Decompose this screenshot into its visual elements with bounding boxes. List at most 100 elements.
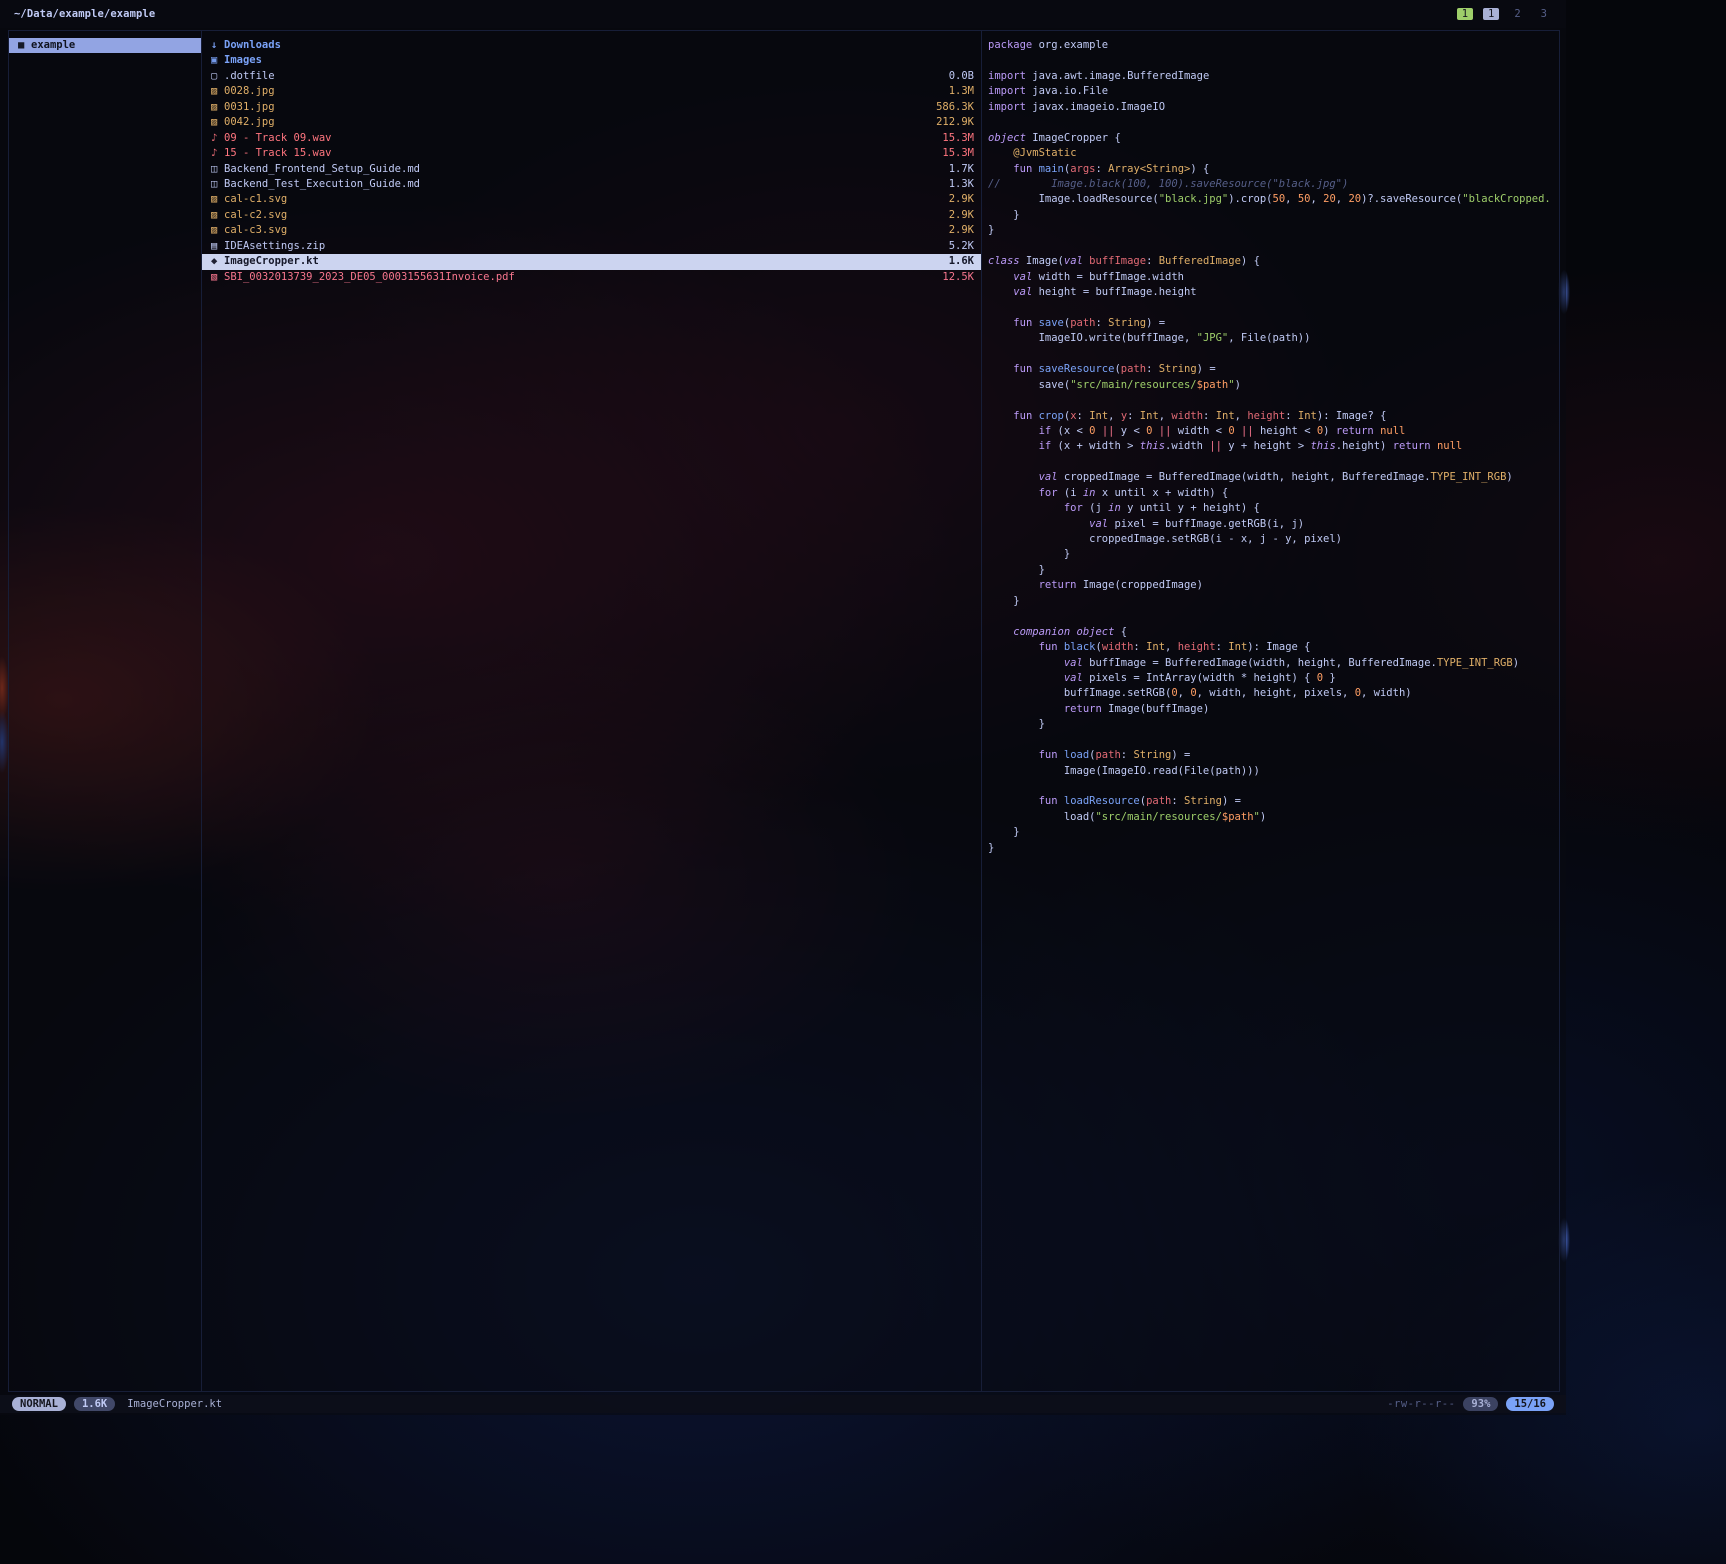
code-line [988, 609, 1559, 624]
file-name: ImageCropper.kt [224, 254, 941, 269]
file-row[interactable]: ▧SBI_0032013739_2023_DE05_0003155631Invo… [202, 270, 981, 285]
code-line: companion object { [988, 625, 1559, 640]
file-size: 2.9K [949, 208, 974, 223]
tab-1[interactable]: 1 [1457, 8, 1473, 20]
code-line: for (j in y until y + height) { [988, 501, 1559, 516]
breadcrumb-path: ~/Data/example/example [14, 8, 155, 20]
audio-file-icon: ♪ [211, 131, 224, 146]
code-line: fun load(path: String) = [988, 748, 1559, 763]
file-row[interactable]: ▨0028.jpg 1.3M [202, 84, 981, 99]
code-line: return Image(croppedImage) [988, 578, 1559, 593]
file-name: Downloads [224, 38, 966, 53]
code-line: import javax.imageio.ImageIO [988, 100, 1559, 115]
tab-3[interactable]: 2 [1509, 8, 1525, 20]
code-line: return Image(buffImage) [988, 702, 1559, 717]
image-file-icon: ▨ [211, 223, 224, 238]
code-line: croppedImage.setRGB(i - x, j - y, pixel) [988, 532, 1559, 547]
file-size: 0.0B [949, 69, 974, 84]
file-name: Backend_Frontend_Setup_Guide.md [224, 162, 941, 177]
image-file-icon: ▨ [211, 100, 224, 115]
folder-icon: ■ [18, 38, 31, 53]
code-line: load("src/main/resources/$path") [988, 810, 1559, 825]
code-line [988, 393, 1559, 408]
image-file-icon: ▨ [211, 115, 224, 130]
images-folder-icon: ▣ [211, 53, 224, 68]
code-line: fun loadResource(path: String) = [988, 794, 1559, 809]
file-row[interactable]: ◫Backend_Frontend_Setup_Guide.md1.7K [202, 162, 981, 177]
file-row[interactable]: ▨cal-c2.svg2.9K [202, 208, 981, 223]
tab-4[interactable]: 3 [1536, 8, 1552, 20]
file-row[interactable]: ♪09 - Track 09.wav15.3M [202, 131, 981, 146]
file-name: 0031.jpg [224, 100, 928, 115]
code-preview: package org.example import java.awt.imag… [988, 38, 1559, 856]
tab-bar: 1123 [1457, 8, 1552, 20]
code-line: fun save(path: String) = [988, 316, 1559, 331]
file-panel[interactable]: ↓Downloads▣Images▢.dotfile0.0B▨0028.jpg1… [202, 31, 982, 1391]
parent-dir-item[interactable]: ■example [9, 38, 201, 53]
code-line: fun crop(x: Int, y: Int, width: Int, hei… [988, 409, 1559, 424]
file-size: 15.3M [942, 146, 974, 161]
file-row[interactable]: ◫Backend_Test_Execution_Guide.md1.3K [202, 177, 981, 192]
file-row[interactable]: ▨cal-c1.svg2.9K [202, 192, 981, 207]
file-name: 15 - Track 15.wav [224, 146, 934, 161]
code-line: } [988, 841, 1559, 856]
permissions-text: -rw-r--r-- [1387, 1398, 1455, 1410]
file-row[interactable]: ▢.dotfile0.0B [202, 69, 981, 84]
file-row[interactable]: ◆ImageCropper.kt 1.6K [202, 254, 981, 269]
file-name: .dotfile [224, 69, 941, 84]
file-row[interactable]: ♪15 - Track 15.wav15.3M [202, 146, 981, 161]
code-line: if (x + width > this.width || y + height… [988, 439, 1559, 454]
file-size: 1.6K [949, 254, 974, 269]
kotlin-file-icon: ◆ [211, 254, 224, 269]
file-name: cal-c1.svg [224, 192, 941, 207]
parent-panel[interactable]: ■example [9, 31, 202, 1391]
code-line [988, 239, 1559, 254]
mode-badge: NORMAL [12, 1397, 66, 1411]
tab-2[interactable]: 1 [1483, 8, 1499, 20]
code-line: // Image.black(100, 100).saveResource("b… [988, 177, 1559, 192]
header-bar: ~/Data/example/example 1123 [0, 0, 1566, 28]
file-row[interactable]: ▣Images [202, 53, 981, 68]
code-line: } [988, 594, 1559, 609]
code-line: save("src/main/resources/$path") [988, 378, 1559, 393]
code-line: fun saveResource(path: String) = [988, 362, 1559, 377]
code-line: import java.io.File [988, 84, 1559, 99]
code-line: @JvmStatic [988, 146, 1559, 161]
code-line [988, 53, 1559, 68]
file-row[interactable]: ▨cal-c3.svg 2.9K [202, 223, 981, 238]
file-name: SBI_0032013739_2023_DE05_0003155631Invoi… [224, 270, 934, 285]
file-size: 12.5K [942, 270, 974, 285]
file-size: 586.3K [936, 100, 974, 115]
file-size: 1.7K [949, 162, 974, 177]
code-line: buffImage.setRGB(0, 0, width, height, pi… [988, 686, 1559, 701]
file-name: 0028.jpg [224, 84, 941, 99]
image-file-icon: ▨ [211, 208, 224, 223]
file-row[interactable]: ▨0031.jpg 586.3K [202, 100, 981, 115]
code-line [988, 779, 1559, 794]
file-row[interactable]: ▤IDEAsettings.zip5.2K [202, 239, 981, 254]
image-file-icon: ▨ [211, 84, 224, 99]
file-row[interactable]: ▨0042.jpg212.9K [202, 115, 981, 130]
code-line: } [988, 208, 1559, 223]
image-file-icon: ▨ [211, 192, 224, 207]
terminal-window: ~/Data/example/example 1123 ■example ↓Do… [0, 0, 1566, 1415]
file-size: 1.3M [949, 84, 974, 99]
preview-panel code-preview-panel[interactable]: package org.example import java.awt.imag… [982, 31, 1559, 1391]
code-line: val pixel = buffImage.getRGB(i, j) [988, 517, 1559, 532]
code-line: Image.loadResource("black.jpg").crop(50,… [988, 192, 1559, 207]
code-line: val croppedImage = BufferedImage(width, … [988, 470, 1559, 485]
pdf-file-icon: ▧ [211, 270, 224, 285]
cursor-position-badge: 15/16 [1506, 1397, 1554, 1411]
file-row[interactable]: ↓Downloads [202, 38, 981, 53]
file-size: 2.9K [949, 223, 974, 238]
code-line: val buffImage = BufferedImage(width, hei… [988, 656, 1559, 671]
code-line: class Image(val buffImage: BufferedImage… [988, 254, 1559, 269]
file-name: 09 - Track 09.wav [224, 131, 934, 146]
code-line: val pixels = IntArray(width * height) { … [988, 671, 1559, 686]
code-line: } [988, 223, 1559, 238]
downloads-folder-icon: ↓ [211, 38, 224, 53]
file-name: cal-c3.svg [224, 223, 941, 238]
code-line: fun black(width: Int, height: Int): Imag… [988, 640, 1559, 655]
code-line: for (i in x until x + width) { [988, 486, 1559, 501]
code-line: object ImageCropper { [988, 131, 1559, 146]
